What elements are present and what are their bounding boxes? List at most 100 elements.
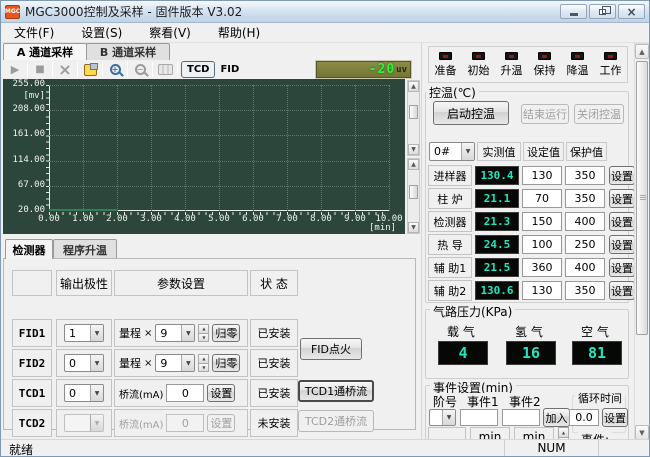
temp-header-0: 实测值 (477, 142, 521, 161)
temp-protect-value[interactable]: 250 (565, 235, 605, 254)
zero-button[interactable]: 归零 (212, 324, 240, 342)
temp-protect-value[interactable]: 400 (565, 258, 605, 277)
fid-ignite-button[interactable]: FID点火 (300, 338, 362, 360)
menu-item-1[interactable]: 设置(S) (72, 22, 131, 43)
polarity-dropdown[interactable]: 1▼ (64, 324, 104, 342)
scroll-down-icon[interactable]: ▼ (408, 222, 419, 233)
spinner-up-icon[interactable]: ▲ (199, 355, 208, 364)
clear-button[interactable]: × (56, 61, 74, 78)
end-run-button[interactable]: 结束运行 (521, 104, 569, 124)
stop-sample-button[interactable]: ■ (31, 61, 49, 78)
temp-set-button[interactable]: 设置 (609, 166, 634, 185)
zoom-out-button[interactable]: − (131, 61, 149, 78)
chevron-down-icon: ▼ (90, 325, 103, 341)
bridge-current-input[interactable]: 0 (166, 414, 204, 432)
zoom-in-button[interactable]: + (106, 61, 124, 78)
scroll-grip (640, 195, 646, 200)
temp-set-value[interactable]: 130 (522, 166, 562, 185)
tab-program-temp[interactable]: 程序升温 (53, 239, 117, 259)
temp-set-value[interactable]: 360 (522, 258, 562, 277)
start-temp-control-button[interactable]: 启动控温 (433, 101, 509, 125)
temp-set-button[interactable]: 设置 (609, 235, 634, 254)
spinner-down-icon[interactable]: ▼ (199, 334, 208, 342)
zone-selector-dropdown[interactable]: 0# ▼ (429, 142, 475, 161)
scroll-up-icon[interactable]: ▲ (635, 44, 649, 59)
stop-icon: ■ (35, 64, 44, 75)
scroll-down-icon[interactable]: ▼ (635, 425, 649, 440)
gas-pressure-lcd-2: 81 (572, 341, 622, 365)
spinner-down-icon[interactable]: ▼ (199, 364, 208, 372)
event2-input[interactable] (502, 409, 540, 426)
polarity-value: 0 (65, 355, 90, 371)
cycle-set-button[interactable]: 设置 (602, 408, 628, 427)
scroll-up-icon[interactable]: ▲ (408, 159, 419, 170)
temp-actual-lcd: 21.3 (475, 212, 519, 231)
zoom-out-icon: − (135, 64, 146, 75)
scroll-down-icon[interactable]: ▼ (408, 144, 419, 155)
range-dropdown[interactable]: 9▼ (155, 354, 195, 372)
signal-unit: uv (396, 65, 407, 75)
right-panel-scrollbar[interactable]: ▲ ▼ (634, 43, 650, 441)
channel-tab-1[interactable]: B 通道采样 (86, 43, 170, 60)
range-spinner[interactable]: ▲▼ (198, 354, 209, 372)
chart-offset-scrollbar-2[interactable]: ▲ ▼ (407, 158, 420, 234)
tcd-toggle[interactable]: TCD (181, 61, 215, 78)
y-tick-label: 67.00 (3, 180, 45, 190)
menu-item-2[interactable]: 察看(V) (140, 22, 200, 43)
event1-input[interactable] (460, 409, 498, 426)
temp-set-button[interactable]: 设置 (609, 189, 634, 208)
bridge-set-button[interactable]: 设置 (207, 384, 235, 402)
close-button[interactable]: × (618, 4, 645, 19)
polarity-dropdown[interactable]: 0▼ (64, 384, 104, 402)
x-tick-label: 3.00 (134, 214, 168, 224)
channel-tab-0[interactable]: A 通道采样 (3, 43, 87, 60)
temp-set-button[interactable]: 设置 (609, 281, 634, 300)
signal-lcd: -20 uv (316, 61, 411, 78)
polarity-dropdown[interactable]: ▼ (64, 414, 104, 432)
film-button[interactable] (156, 61, 174, 78)
bridge-current-input[interactable]: 0 (166, 384, 204, 402)
temp-set-button[interactable]: 设置 (609, 258, 634, 277)
range-dropdown[interactable]: 9▼ (155, 324, 195, 342)
temp-set-value[interactable]: 70 (522, 189, 562, 208)
detector-row-name: FID2 (12, 349, 52, 377)
tcd1-bridge-on-button[interactable]: TCD1通桥流 (298, 380, 374, 402)
add-event-button[interactable]: 加入 (543, 408, 570, 427)
minimize-button[interactable] (560, 4, 587, 19)
zero-button[interactable]: 归零 (212, 354, 240, 372)
temp-set-value[interactable]: 100 (522, 235, 562, 254)
temp-protect-value[interactable]: 350 (565, 166, 605, 185)
bridge-set-button[interactable]: 设置 (207, 414, 235, 432)
polarity-dropdown[interactable]: 0▼ (64, 354, 104, 372)
temp-protect-value[interactable]: 400 (565, 212, 605, 231)
menu-item-0[interactable]: 文件(F) (5, 22, 63, 43)
stage-dropdown[interactable]: ▼ (429, 409, 456, 426)
restore-button[interactable] (589, 4, 616, 19)
cycle-time-input[interactable]: 0.0 (569, 409, 599, 426)
zero-calibration-button[interactable] (81, 61, 99, 78)
tcd2-bridge-on-button[interactable]: TCD2通桥流 (298, 410, 374, 432)
detector-status: 已安装 (250, 319, 298, 347)
temp-protect-value[interactable]: 350 (565, 189, 605, 208)
x-tick-label: 6.00 (236, 214, 270, 224)
start-sample-button[interactable]: ▶ (6, 61, 24, 78)
scroll-up-icon[interactable]: ▲ (408, 81, 419, 92)
detector-row-name: TCD1 (12, 379, 52, 407)
temp-set-value[interactable]: 130 (522, 281, 562, 300)
spinner-up-icon[interactable]: ▲ (199, 325, 208, 334)
range-spinner[interactable]: ▲▼ (198, 324, 209, 342)
scroll-thumb[interactable] (636, 61, 648, 335)
stage-label: 阶号 (430, 393, 460, 410)
temp-set-button[interactable]: 设置 (609, 212, 634, 231)
menu-item-3[interactable]: 帮助(H) (209, 22, 269, 43)
fid-toggle[interactable]: FID (215, 61, 244, 78)
tab-detector[interactable]: 检测器 (5, 239, 53, 259)
temp-protect-value[interactable]: 350 (565, 281, 605, 300)
temp-header-1: 设定值 (523, 142, 564, 161)
temp-set-value[interactable]: 150 (522, 212, 562, 231)
temp-actual-lcd: 24.5 (475, 235, 519, 254)
scroll-thumb[interactable] (409, 185, 418, 199)
scroll-thumb[interactable] (409, 105, 418, 119)
chart-offset-scrollbar-1[interactable]: ▲ ▼ (407, 80, 420, 156)
close-temp-control-button[interactable]: 关闭控温 (574, 104, 624, 124)
